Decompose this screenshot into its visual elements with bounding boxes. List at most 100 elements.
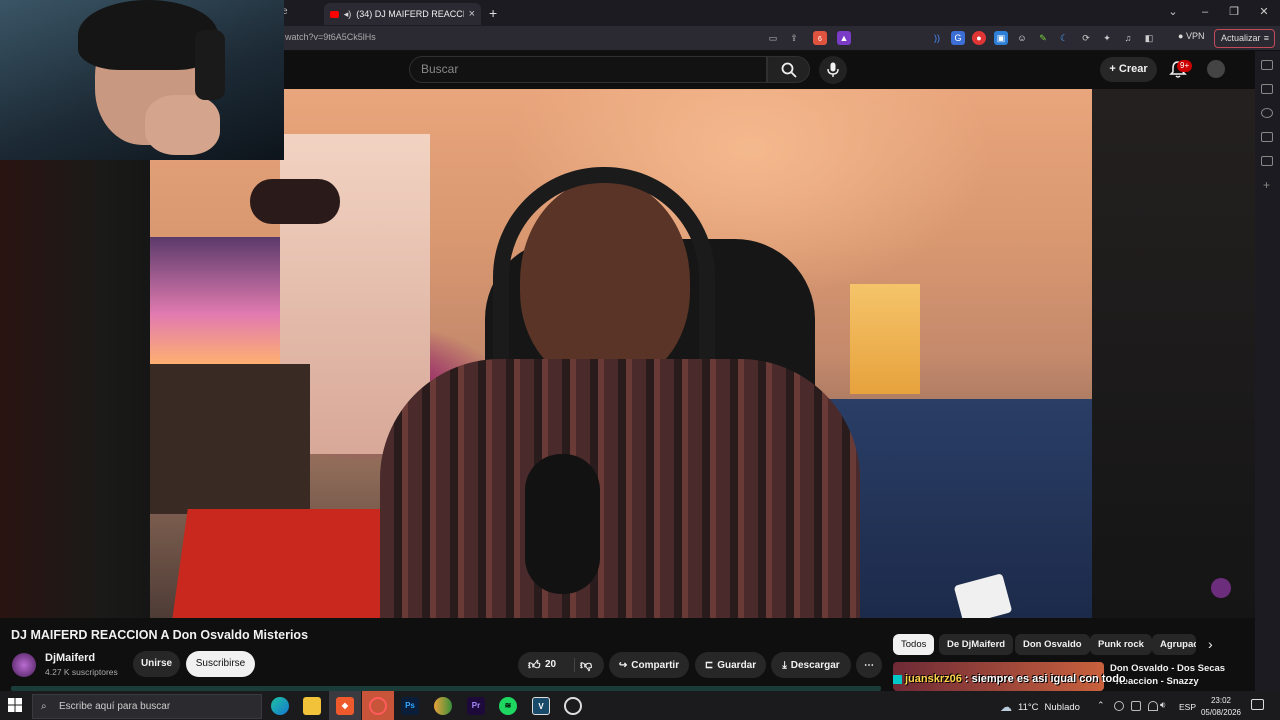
extension-moon-icon[interactable]: ☾: [1057, 31, 1071, 45]
volume-icon[interactable]: 🔉︎: [1160, 700, 1166, 711]
create-button[interactable]: + Crear: [1100, 57, 1157, 82]
audio-playing-icon[interactable]: ◂): [344, 9, 352, 20]
extension-leaf-icon[interactable]: ✎: [1036, 31, 1050, 45]
like-dislike-group: 👍︎ 20 👎︎: [518, 652, 604, 678]
tab-active[interactable]: ◂) (34) DJ MAIFERD REACCION ×: [324, 3, 481, 25]
weather-temp: 11°C: [1018, 701, 1039, 713]
weather-description: Nublado: [1044, 701, 1080, 713]
music-icon[interactable]: ♫: [1121, 31, 1135, 45]
more-actions-button[interactable]: ⋯: [856, 652, 882, 678]
like-count: 20: [545, 659, 557, 670]
photoshop-icon[interactable]: Ps: [401, 697, 419, 715]
browser-sidebar: [1255, 51, 1280, 691]
sidebar-toggle-icon[interactable]: ◧: [1142, 31, 1156, 45]
url-text[interactable]: watch?v=9t6A5Ck5lHs: [285, 32, 376, 42]
video-player[interactable]: [150, 89, 1092, 618]
brave-shield-icon[interactable]: 6: [813, 31, 827, 45]
sidebar-playlist-icon[interactable]: [1261, 156, 1273, 166]
save-button[interactable]: ⊏ Guardar: [695, 652, 766, 678]
sidebar-reading-icon[interactable]: [1261, 60, 1273, 70]
download-button[interactable]: ⤓ Descargar: [771, 652, 851, 678]
headphones: [493, 167, 715, 377]
subscriber-count: 4.27 K suscriptores: [45, 667, 118, 677]
extension-puzzle-icon[interactable]: ✦: [1100, 31, 1114, 45]
join-button[interactable]: Unirse: [133, 651, 180, 677]
chip-punk-rock[interactable]: Punk rock: [1090, 634, 1152, 655]
dislike-button[interactable]: 👎︎: [580, 658, 592, 673]
update-button[interactable]: Actualizar ≡: [1214, 29, 1275, 48]
language-indicator[interactable]: ESP: [1179, 702, 1196, 712]
person-shirt: [380, 359, 860, 618]
file-explorer-icon[interactable]: [303, 697, 321, 715]
close-window-button[interactable]: ✕: [1249, 3, 1279, 21]
screenshot-icon[interactable]: ▭: [766, 31, 780, 45]
extension-cast-icon[interactable]: ▣: [994, 31, 1008, 45]
windows-start-icon[interactable]: [8, 698, 22, 712]
search-button[interactable]: [767, 56, 810, 83]
premiere-icon[interactable]: Pr: [467, 697, 485, 715]
tray-overflow-icon[interactable]: ⌃: [1097, 700, 1105, 711]
download-icon: ⤓: [782, 659, 787, 671]
microphone-icon: [827, 62, 839, 77]
chip-all[interactable]: Todos: [893, 634, 935, 655]
sidebar-wallet-icon[interactable]: [1261, 108, 1273, 118]
minimize-button[interactable]: –: [1190, 3, 1220, 21]
chip-don-osvaldo[interactable]: Don Osvaldo: [1015, 634, 1090, 655]
tv-stand: [150, 364, 310, 514]
spotify-icon[interactable]: ≋: [499, 697, 517, 715]
device-tray-icon[interactable]: [1131, 701, 1141, 711]
clock-time: 23:02: [1210, 696, 1232, 705]
subscribe-button[interactable]: Suscribirse: [186, 651, 255, 677]
app-shield-icon[interactable]: [434, 697, 452, 715]
sidebar-add-icon[interactable]: +: [1263, 178, 1270, 192]
channel-avatar[interactable]: [12, 653, 36, 677]
webcam-hand: [145, 95, 220, 155]
chip-from-channel[interactable]: De DjMaiferd: [939, 634, 1014, 655]
notification-center-icon[interactable]: [1251, 699, 1264, 710]
search-input[interactable]: Buscar: [409, 56, 767, 83]
vegas-icon[interactable]: V: [532, 697, 550, 715]
youtube-favicon-icon: [330, 10, 339, 18]
vpn-button[interactable]: ● VPN: [1178, 31, 1204, 41]
vpn-label: VPN: [1185, 31, 1205, 41]
brave-rewards-icon[interactable]: ▲: [837, 31, 851, 45]
extension-sync-icon[interactable]: ⟳: [1079, 31, 1093, 45]
chevron-right-icon[interactable]: ›: [1208, 636, 1224, 652]
extension-face-icon[interactable]: ☺: [1015, 31, 1029, 45]
voice-search-button[interactable]: [819, 56, 847, 84]
menu-icon: ≡: [1263, 33, 1269, 43]
brave-icon[interactable]: ◆: [336, 697, 354, 715]
extension-audio-icon[interactable]: )): [930, 31, 944, 45]
microphone: [525, 454, 600, 594]
webcam-overlay: [0, 0, 284, 160]
tab-close-icon[interactable]: ×: [469, 8, 475, 20]
like-button[interactable]: 👍︎: [528, 658, 541, 673]
taskbar-search-placeholder: Escribe aquí para buscar: [59, 701, 171, 712]
obs-icon[interactable]: [564, 697, 582, 715]
sidebar-history-icon[interactable]: [1261, 132, 1273, 142]
recommendation-title[interactable]: Don Osvaldo - Dos Secas - Reaccion - Sna…: [1110, 662, 1230, 688]
weather-widget[interactable]: ☁ 11°C Nublado: [1000, 700, 1080, 714]
sidebar-bookmarks-icon[interactable]: [1261, 84, 1273, 94]
save-label: Guardar: [717, 659, 757, 671]
channel-name[interactable]: DjMaiferd: [45, 652, 95, 664]
microphone-tray-icon[interactable]: [1114, 701, 1124, 711]
tab-previous[interactable]: e: [282, 6, 300, 20]
taskbar-clock[interactable]: 23:02 05/08/2026: [1200, 695, 1242, 719]
account-avatar[interactable]: [1207, 60, 1225, 78]
more-icon: ⋯: [864, 659, 874, 671]
taskbar-search-input[interactable]: ⌕ Escribe aquí para buscar: [32, 694, 262, 719]
share-page-icon[interactable]: ⇪: [787, 31, 801, 45]
maximize-button[interactable]: ❐: [1219, 3, 1249, 21]
share-button[interactable]: ↪ Compartir: [609, 652, 689, 678]
tab-list-icon[interactable]: ⌄: [1158, 3, 1188, 21]
extension-translate-icon[interactable]: G: [951, 31, 965, 45]
new-tab-button[interactable]: +: [489, 5, 497, 21]
opera-icon[interactable]: [369, 697, 387, 715]
like-divider: [574, 658, 575, 672]
edge-icon[interactable]: [271, 697, 289, 715]
chip-grouping[interactable]: Agrupac: [1152, 634, 1196, 655]
channel-watermark-icon[interactable]: [1211, 578, 1231, 598]
extension-record-icon[interactable]: ●: [972, 31, 986, 45]
wifi-icon[interactable]: [1148, 701, 1158, 711]
